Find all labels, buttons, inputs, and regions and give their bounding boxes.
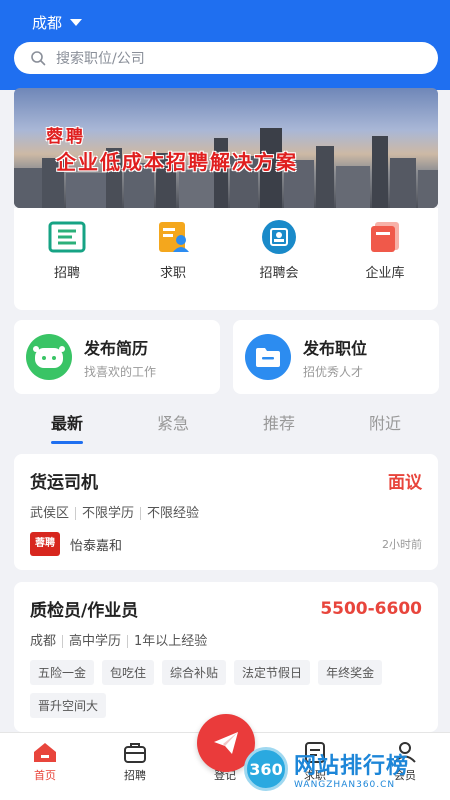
- job-tabs: 最新 紧急 推荐 附近: [14, 402, 438, 446]
- briefcase-icon: [124, 743, 146, 763]
- nav-recruit[interactable]: 招聘: [90, 733, 180, 800]
- quick-link-job-seek[interactable]: 求职: [120, 208, 226, 310]
- company-library-icon: [365, 220, 405, 254]
- job-education: 高中学历: [62, 635, 127, 648]
- job-experience: 1年以上经验: [127, 635, 213, 648]
- search-icon: [31, 51, 46, 66]
- send-icon: [214, 732, 238, 754]
- tab-recommended[interactable]: 推荐: [226, 402, 332, 446]
- watermark-url: WANGZHAN360.CN: [294, 780, 396, 790]
- search-placeholder: 搜索职位/公司: [56, 51, 145, 67]
- robot-face-icon: [26, 334, 72, 380]
- nav-label: 首页: [34, 769, 56, 782]
- benefit-tag: 年终奖金: [318, 660, 383, 685]
- job-meta: 成都 高中学历 1年以上经验: [30, 635, 422, 648]
- job-fair-icon: [259, 220, 299, 254]
- post-time: 2小时前: [382, 538, 422, 551]
- job-seek-icon: [153, 220, 193, 254]
- benefit-tag: 晋升空间大: [30, 693, 107, 718]
- job-district: 武侯区: [30, 506, 70, 521]
- job-salary: 5500-6600: [320, 598, 422, 619]
- folder-icon: [245, 334, 291, 380]
- chevron-down-icon: [70, 19, 83, 26]
- company-logo: 蓉聘: [30, 532, 60, 556]
- publish-position-card[interactable]: 发布职位 招优秀人才: [233, 320, 439, 394]
- job-salary: 面议: [388, 473, 422, 493]
- job-meta: 武侯区 不限学历 不限经验: [30, 507, 422, 520]
- recruit-icon: [47, 220, 87, 254]
- quick-link-recruit[interactable]: 招聘: [14, 208, 120, 310]
- benefit-tag: 综合补贴: [162, 660, 227, 685]
- quick-link-label: 求职: [159, 266, 186, 281]
- site-watermark: 360 网站排行榜 WANGZHAN360.CN: [244, 742, 450, 796]
- benefit-tag: 法定节假日: [234, 660, 311, 685]
- promo-banner[interactable]: 蓉聘 企业低成本招聘解决方案: [14, 88, 438, 208]
- city-selector[interactable]: 成都: [32, 12, 83, 33]
- publish-resume-title: 发布简历: [84, 338, 149, 358]
- job-card[interactable]: 货运司机 面议 武侯区 不限学历 不限经验 蓉聘 怡泰嘉和 2小时前: [14, 454, 438, 570]
- quick-link-label: 招聘会: [259, 266, 299, 281]
- job-city: 成都: [30, 634, 57, 649]
- city-label: 成都: [32, 14, 63, 32]
- quick-links: 招聘 求职 招聘会 企业库: [14, 208, 438, 310]
- watermark-text: 网站排行榜: [294, 754, 410, 779]
- quick-link-label: 招聘: [53, 266, 80, 281]
- job-card[interactable]: 质检员/作业员 5500-6600 成都 高中学历 1年以上经验 五险一金 包吃…: [14, 582, 438, 732]
- job-education: 不限学历: [75, 507, 140, 520]
- quick-link-label: 企业库: [365, 266, 405, 281]
- quick-link-company-library[interactable]: 企业库: [332, 208, 438, 310]
- nav-label: 招聘: [124, 769, 146, 782]
- publish-resume-subtitle: 找喜欢的工作: [84, 364, 157, 379]
- tab-latest[interactable]: 最新: [14, 402, 120, 446]
- search-input[interactable]: 搜索职位/公司: [14, 42, 438, 74]
- company-name: 怡泰嘉和: [70, 538, 123, 554]
- benefit-tag: 五险一金: [30, 660, 95, 685]
- benefit-tags: 五险一金 包吃住 综合补贴 法定节假日 年终奖金 晋升空间大: [30, 660, 422, 718]
- tab-urgent[interactable]: 紧急: [120, 402, 226, 446]
- publish-position-subtitle: 招优秀人才: [303, 364, 364, 379]
- nav-home[interactable]: 首页: [0, 733, 90, 800]
- job-experience: 不限经验: [140, 507, 205, 520]
- banner-slogan: 企业低成本招聘解决方案: [56, 150, 298, 174]
- quick-link-job-fair[interactable]: 招聘会: [226, 208, 332, 310]
- job-title: 货运司机: [30, 473, 98, 493]
- job-title: 质检员/作业员: [30, 601, 139, 621]
- banner-brand: 蓉聘: [46, 127, 86, 147]
- benefit-tag: 包吃住: [102, 660, 155, 685]
- watermark-logo: 360: [244, 747, 288, 791]
- home-icon: [34, 743, 56, 762]
- tab-nearby[interactable]: 附近: [332, 402, 438, 446]
- publish-resume-card[interactable]: 发布简历 找喜欢的工作: [14, 320, 220, 394]
- publish-position-title: 发布职位: [303, 338, 368, 358]
- top-header: 成都 搜索职位/公司: [0, 0, 450, 90]
